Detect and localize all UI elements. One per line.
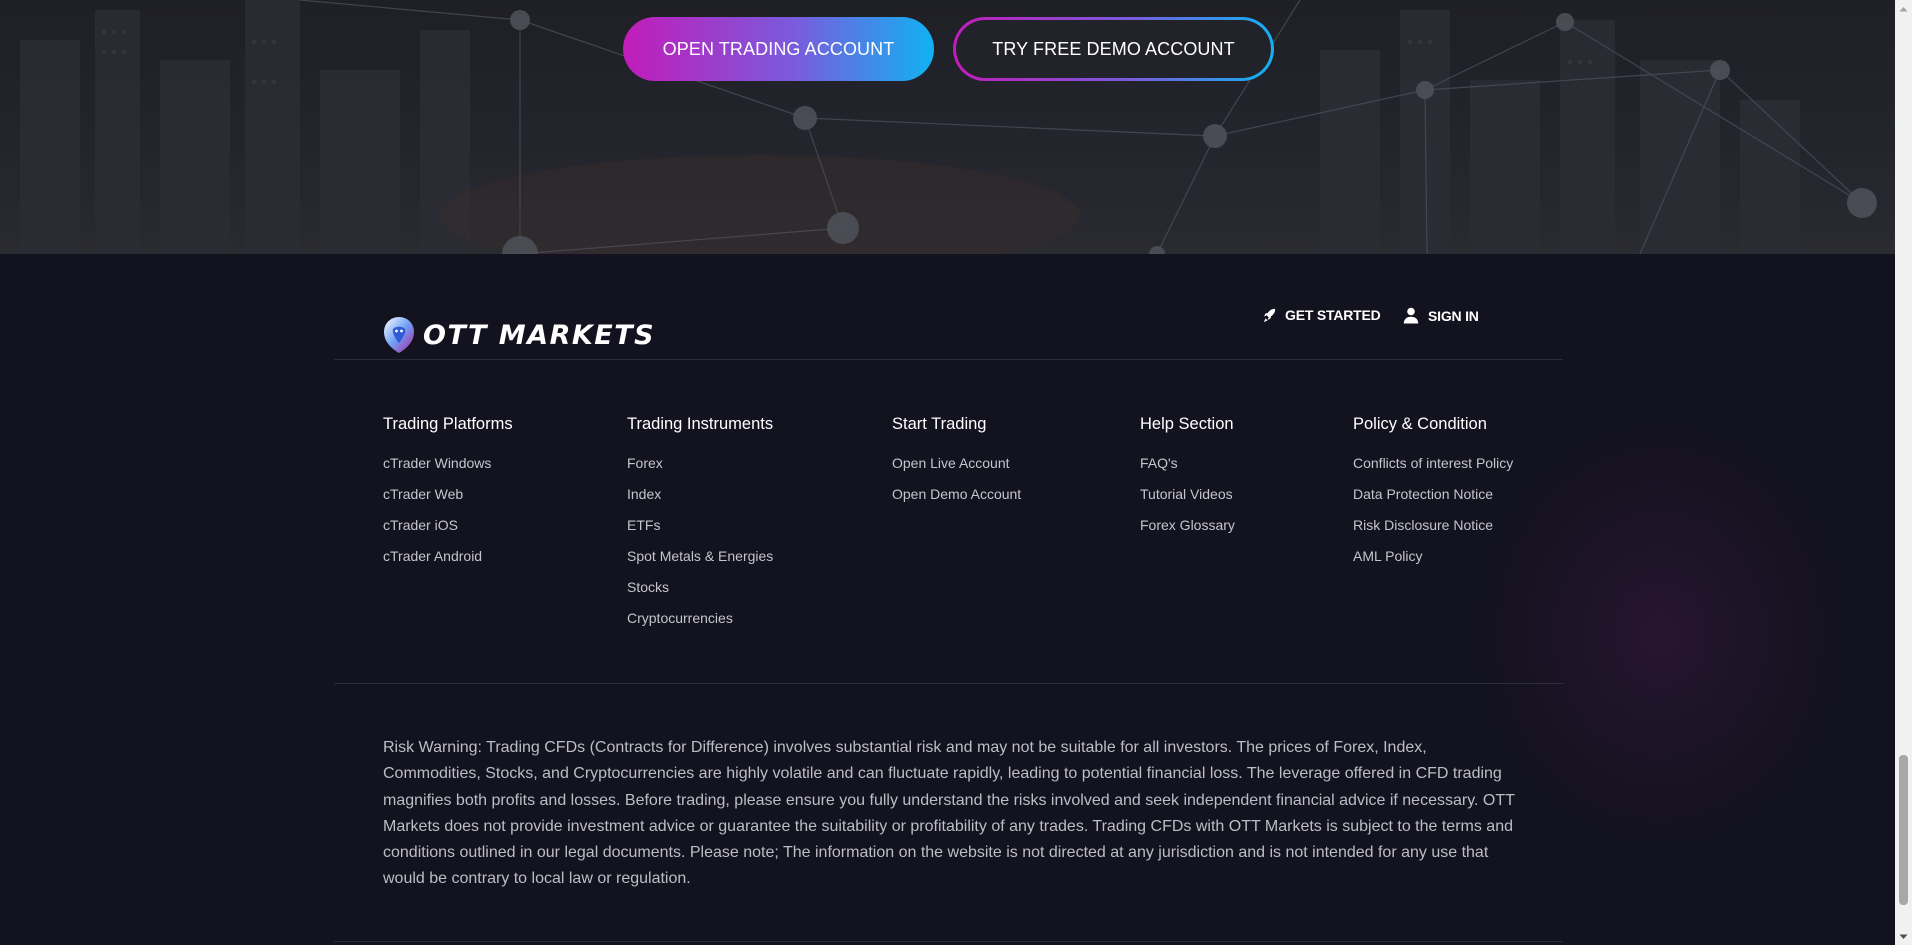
divider [334,359,1563,360]
link-ctrader-android[interactable]: cTrader Android [383,548,513,565]
column-heading: Policy & Condition [1353,415,1487,433]
get-started-label: GET STARTED [1285,307,1381,323]
link-forex[interactable]: Forex [627,455,773,472]
link-ctrader-windows[interactable]: cTrader Windows [383,455,513,472]
logo-text: OTT MARKETS [423,319,656,351]
link-spot-metals-energies[interactable]: Spot Metals & Energies [627,548,773,565]
vertical-scrollbar[interactable] [1895,0,1912,945]
link-risk-disclosure-notice[interactable]: Risk Disclosure Notice [1353,517,1513,534]
scroll-up-arrow-icon[interactable] [1895,0,1912,17]
link-cryptocurrencies[interactable]: Cryptocurrencies [627,610,773,627]
footer-column-start-trading: Start Trading Open Live Account Open Dem… [892,414,1021,517]
site-footer: OTT MARKETS GET STARTED SIGN IN Trading … [0,254,1895,945]
rocket-icon [1263,308,1276,322]
scroll-down-arrow-icon[interactable] [1895,928,1912,945]
footer-column-trading-instruments: Trading Instruments Forex Index ETFs Spo… [627,414,773,641]
divider [334,941,1563,942]
link-etfs[interactable]: ETFs [627,517,773,534]
scrollbar-thumb[interactable] [1899,755,1908,905]
column-heading: Trading Platforms [383,415,513,433]
footer-column-trading-platforms: Trading Platforms cTrader Windows cTrade… [383,414,513,579]
link-open-live-account[interactable]: Open Live Account [892,455,1021,472]
page: OPEN TRADING ACCOUNT TRY FREE DEMO ACCOU… [0,0,1912,945]
link-forex-glossary[interactable]: Forex Glossary [1140,517,1235,534]
column-heading: Start Trading [892,415,987,433]
footer-column-help-section: Help Section FAQ's Tutorial Videos Forex… [1140,414,1235,548]
divider [334,683,1563,684]
risk-warning-text: Risk Warning: Trading CFDs (Contracts fo… [383,739,1515,888]
user-icon [1403,307,1419,324]
link-ctrader-ios[interactable]: cTrader iOS [383,517,513,534]
column-heading: Help Section [1140,415,1234,433]
link-conflicts-of-interest-policy[interactable]: Conflicts of interest Policy [1353,455,1513,472]
link-ctrader-web[interactable]: cTrader Web [383,486,513,503]
footer-column-policy-condition: Policy & Condition Conflicts of interest… [1353,414,1513,579]
hero-banner: OPEN TRADING ACCOUNT TRY FREE DEMO ACCOU… [0,0,1895,254]
try-free-demo-account-button[interactable]: TRY FREE DEMO ACCOUNT [953,17,1274,81]
link-tutorial-videos[interactable]: Tutorial Videos [1140,486,1235,503]
link-stocks[interactable]: Stocks [627,579,773,596]
sign-in-link[interactable]: SIGN IN [1403,307,1479,324]
get-started-link[interactable]: GET STARTED [1263,307,1381,323]
column-heading: Trading Instruments [627,415,774,433]
link-data-protection-notice[interactable]: Data Protection Notice [1353,486,1513,503]
link-aml-policy[interactable]: AML Policy [1353,548,1513,565]
ott-markets-logo[interactable]: OTT MARKETS [383,316,655,354]
network-background-graphic [20,0,1877,254]
lion-shield-icon [384,317,414,353]
sign-in-label: SIGN IN [1428,307,1479,324]
open-trading-account-button[interactable]: OPEN TRADING ACCOUNT [623,17,934,81]
link-faqs[interactable]: FAQ's [1140,455,1235,472]
link-index[interactable]: Index [627,486,773,503]
link-open-demo-account[interactable]: Open Demo Account [892,486,1021,503]
